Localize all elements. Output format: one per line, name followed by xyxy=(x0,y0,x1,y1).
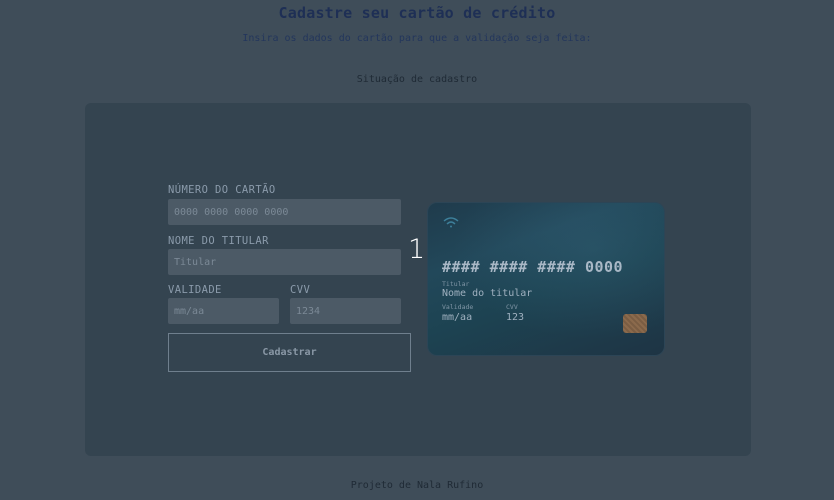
holder-name-input[interactable] xyxy=(168,249,401,275)
card-number-display: #### #### #### 0000 xyxy=(442,258,624,276)
validity-input[interactable] xyxy=(168,298,279,324)
card-number-label: NÚMERO DO CARTÃO xyxy=(168,184,276,196)
page-title: Cadastre seu cartão de crédito xyxy=(278,4,556,22)
submit-button[interactable]: Cadastrar xyxy=(168,333,411,372)
credit-card-preview: #### #### #### 0000 Titular Nome do titu… xyxy=(428,203,664,355)
wifi-icon xyxy=(442,213,460,232)
card-cvv-label: CVV xyxy=(506,303,518,311)
card-holder-display: Nome do titular xyxy=(442,288,533,299)
card-validity-label: Validade xyxy=(442,303,474,311)
page-subtitle: Insira os dados do cartão para que a val… xyxy=(242,33,592,44)
card-validity-display: mm/aa xyxy=(442,312,473,323)
footer-credit: Projeto de Nala Rufino xyxy=(350,480,484,491)
card-cvv-display: 123 xyxy=(506,312,525,323)
registration-status: Situação de cadastro xyxy=(356,74,478,85)
chip-icon xyxy=(623,314,647,333)
card-holder-label: Titular xyxy=(442,280,470,288)
cvv-input[interactable] xyxy=(290,298,401,324)
step-indicator: 1 xyxy=(408,234,426,265)
card-number-input[interactable] xyxy=(168,199,401,225)
holder-name-label: NOME DO TITULAR xyxy=(168,235,269,247)
validity-label: VALIDADE xyxy=(168,284,222,296)
cvv-label: CVV xyxy=(290,284,311,296)
